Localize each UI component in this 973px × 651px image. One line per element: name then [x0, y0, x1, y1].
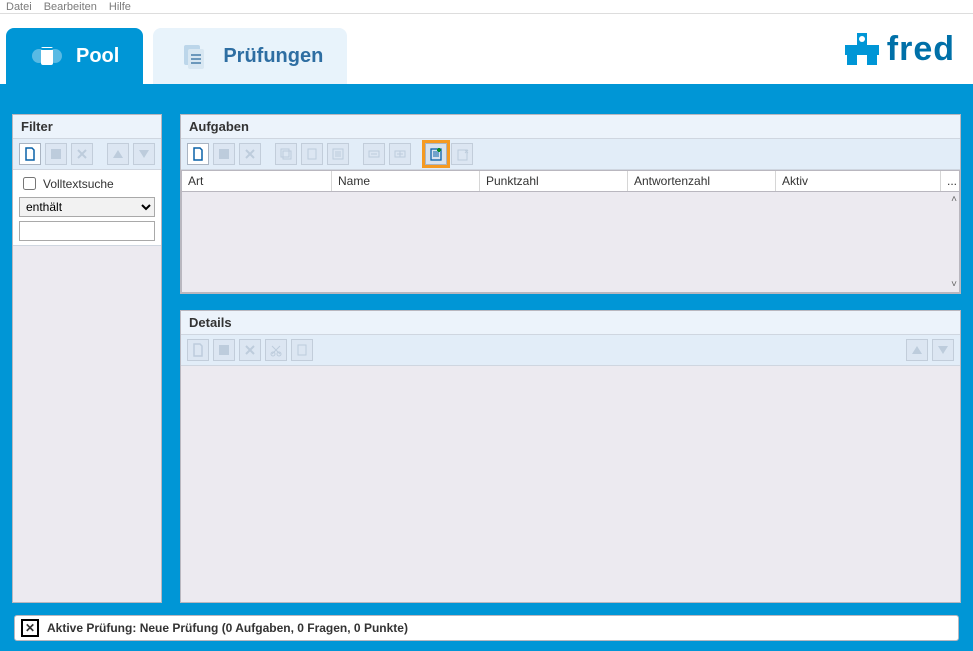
filter-text-input[interactable]	[19, 221, 155, 241]
aufgaben-save-button[interactable]	[213, 143, 235, 165]
col-antwortenzahl[interactable]: Antwortenzahl	[628, 171, 776, 191]
filter-panel: Filter	[12, 114, 162, 603]
tab-pool[interactable]: Pool	[6, 28, 143, 84]
pruefungen-icon	[177, 39, 211, 73]
menu-hilfe[interactable]: Hilfe	[109, 1, 131, 13]
tab-pool-label: Pool	[76, 45, 119, 68]
filter-mode-select[interactable]: enthält	[19, 197, 155, 217]
details-cut-button[interactable]	[265, 339, 287, 361]
aufgaben-header: Aufgaben	[181, 115, 960, 139]
aufgaben-props-button[interactable]	[327, 143, 349, 165]
aufgaben-copy-button[interactable]	[275, 143, 297, 165]
volltext-label: Volltextsuche	[43, 177, 114, 191]
document-icon	[191, 147, 205, 161]
details-toolbar	[181, 335, 960, 366]
menu-bearbeiten[interactable]: Bearbeiten	[44, 1, 97, 13]
brand-text: fred	[887, 30, 955, 69]
tabstrip: Pool Prüfungen fred	[0, 14, 973, 84]
aufgaben-toolbar	[181, 139, 960, 170]
volltext-checkbox[interactable]	[23, 177, 36, 190]
col-name[interactable]: Name	[332, 171, 480, 191]
filter-toolbar	[13, 139, 161, 170]
details-save-button[interactable]	[213, 339, 235, 361]
triangle-down-icon	[937, 344, 949, 356]
col-more-button[interactable]: ...	[941, 171, 959, 191]
aufgaben-table-header: Art Name Punktzahl Antwortenzahl Aktiv .…	[181, 170, 960, 192]
filter-delete-button[interactable]	[71, 143, 93, 165]
menu-datei[interactable]: Datei	[6, 1, 32, 13]
app-frame: Pool Prüfungen fred Filter	[0, 14, 973, 651]
scroll-down-icon[interactable]: ˅	[951, 279, 957, 290]
delete-icon	[243, 147, 257, 161]
volltext-row[interactable]: Volltextsuche	[19, 174, 155, 193]
aufgaben-new-button[interactable]	[187, 143, 209, 165]
save-icon	[217, 147, 231, 161]
filter-save-button[interactable]	[45, 143, 67, 165]
delete-icon	[243, 343, 257, 357]
cut-icon	[269, 343, 283, 357]
filter-header: Filter	[13, 115, 161, 139]
tab-pruefungen-label: Prüfungen	[223, 45, 323, 68]
details-header: Details	[181, 311, 960, 335]
aufgaben-delete-button[interactable]	[239, 143, 261, 165]
aufgaben-paste-button[interactable]	[301, 143, 323, 165]
aufgaben-remove-from-exam-button[interactable]	[451, 143, 473, 165]
filter-up-button[interactable]	[107, 143, 129, 165]
aufgaben-remove-button[interactable]	[363, 143, 385, 165]
aufgaben-panel: Aufgaben Art	[180, 114, 961, 294]
aufgaben-table-body: ˄ ˅	[181, 192, 960, 293]
add-to-exam-icon	[428, 146, 444, 162]
filter-new-button[interactable]	[19, 143, 41, 165]
filter-down-button[interactable]	[133, 143, 155, 165]
col-aktiv[interactable]: Aktiv	[776, 171, 941, 191]
details-delete-button[interactable]	[239, 339, 261, 361]
col-punktzahl[interactable]: Punktzahl	[480, 171, 628, 191]
filter-body: Volltextsuche enthält	[13, 170, 161, 246]
scroll-up-icon[interactable]: ˄	[951, 194, 957, 205]
details-new-button[interactable]	[187, 339, 209, 361]
status-value: Neue Prüfung (0 Aufgaben, 0 Fragen, 0 Pu…	[140, 621, 408, 635]
properties-icon	[331, 147, 345, 161]
details-up-button[interactable]	[906, 339, 928, 361]
document-icon	[191, 343, 205, 357]
pool-icon	[30, 39, 64, 73]
menubar: Datei Bearbeiten Hilfe	[0, 0, 973, 14]
aufgaben-add-to-exam-button[interactable]	[425, 143, 447, 165]
document-icon	[23, 147, 37, 161]
details-down-button[interactable]	[932, 339, 954, 361]
minus-grid-icon	[367, 147, 381, 161]
remove-from-exam-icon	[455, 147, 469, 161]
workarea: Filter	[12, 114, 961, 603]
copy-icon	[279, 147, 293, 161]
col-art[interactable]: Art	[182, 171, 332, 191]
right-column: Aufgaben Art	[180, 114, 961, 603]
brand-icon	[843, 31, 881, 69]
tab-pruefungen[interactable]: Prüfungen	[153, 28, 347, 84]
aufgaben-add-button[interactable]	[389, 143, 411, 165]
status-close-button[interactable]: ✕	[21, 619, 39, 637]
details-body	[181, 366, 960, 602]
details-paste-button[interactable]	[291, 339, 313, 361]
plus-grid-icon	[393, 147, 407, 161]
filter-empty-area	[13, 246, 161, 602]
save-icon	[49, 147, 63, 161]
brand-logo: fred	[843, 30, 955, 69]
details-panel: Details	[180, 310, 961, 603]
delete-icon	[75, 147, 89, 161]
status-text: Aktive Prüfung: Neue Prüfung (0 Aufgaben…	[47, 621, 408, 635]
paste-icon	[305, 147, 319, 161]
status-label: Aktive Prüfung:	[47, 621, 136, 635]
save-icon	[217, 343, 231, 357]
statusbar: ✕ Aktive Prüfung: Neue Prüfung (0 Aufgab…	[14, 615, 959, 641]
triangle-down-icon	[138, 148, 150, 160]
triangle-up-icon	[911, 344, 923, 356]
triangle-up-icon	[112, 148, 124, 160]
paste-icon	[295, 343, 309, 357]
